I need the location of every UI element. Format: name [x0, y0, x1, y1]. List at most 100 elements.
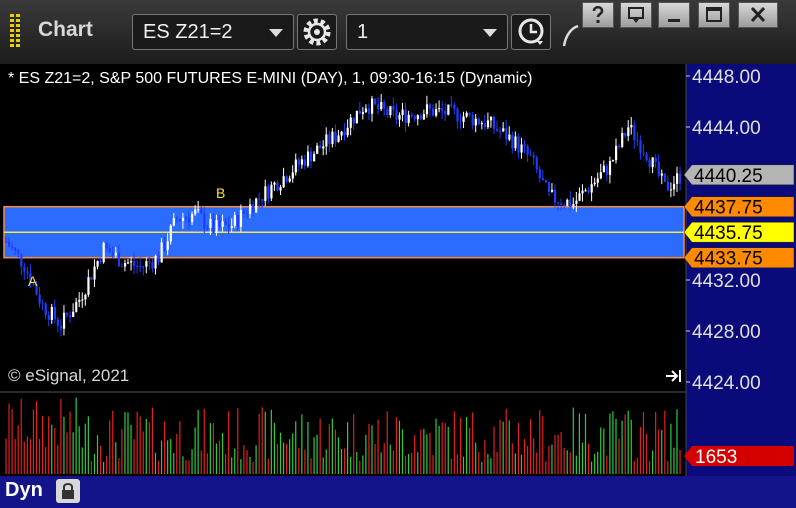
candle-body [242, 209, 246, 214]
candle-body [75, 301, 78, 312]
candle-body [93, 266, 96, 280]
candle-body [611, 160, 615, 162]
candle-body [489, 116, 493, 121]
candle-body [53, 306, 56, 320]
candle-body [483, 123, 487, 128]
candle-body [477, 118, 480, 125]
candle-body [572, 203, 575, 207]
help-button[interactable] [582, 2, 614, 28]
candle-body [453, 104, 456, 109]
candle-body [645, 153, 648, 161]
time-template-button[interactable] [511, 14, 551, 50]
candle-body [416, 115, 419, 120]
candle-body [615, 145, 618, 161]
candle-body [621, 132, 624, 147]
candle-body [428, 104, 432, 109]
candle-body [566, 199, 569, 206]
lock-button[interactable] [56, 479, 80, 503]
candle-body [676, 173, 679, 184]
candle-body [160, 242, 163, 263]
candle-body [38, 294, 41, 304]
candle-body [340, 131, 343, 136]
symbol-dropdown[interactable]: ES Z21=2 [132, 14, 294, 50]
candle-body [273, 182, 276, 185]
candle-body [313, 153, 316, 162]
candle-body [459, 121, 462, 123]
candle-body [529, 154, 532, 156]
candle-body [642, 152, 645, 154]
candle-body [303, 159, 307, 166]
candle-body [651, 157, 654, 168]
candle-body [84, 294, 87, 300]
candle-body [352, 117, 355, 124]
draw-tool-icon[interactable] [560, 22, 580, 50]
candle-body [374, 98, 377, 105]
candle-body [380, 102, 383, 110]
candle-body [575, 200, 578, 204]
candle-body [41, 303, 44, 305]
candle-body [297, 159, 300, 165]
volume-marker-label: 1653 [695, 447, 737, 468]
candle-body [398, 115, 401, 120]
close-icon [750, 6, 766, 23]
candle-body [319, 145, 322, 149]
copyright-text: © eSignal, 2021 [8, 366, 130, 385]
time-axis-bar [0, 476, 796, 508]
drag-grip-2[interactable] [16, 14, 20, 48]
window-menu-button[interactable] [620, 2, 652, 28]
candle-body [197, 209, 200, 211]
candle-body [602, 165, 605, 173]
candle-body [550, 189, 554, 192]
candle-body [8, 241, 11, 247]
minimize-button[interactable] [658, 2, 690, 28]
candle-body [325, 134, 328, 147]
candle-body [258, 198, 261, 200]
y-tick-label: 4428.00 [692, 322, 761, 343]
candle-body [224, 221, 227, 225]
candle-body [669, 189, 673, 191]
y-tick-label: 4444.00 [692, 118, 761, 139]
candle-body [618, 145, 621, 147]
drag-grip[interactable] [10, 14, 14, 48]
candle-body [191, 213, 194, 223]
candle-body [599, 172, 602, 179]
interval-dropdown[interactable]: 1 [346, 14, 508, 50]
candle-body [5, 241, 8, 243]
help-icon [592, 6, 604, 23]
lock-icon [62, 483, 74, 499]
candle-body [587, 190, 590, 193]
candle-body [181, 217, 185, 221]
settings-button[interactable] [297, 14, 337, 50]
candle-body [105, 242, 108, 249]
candle-body [486, 120, 490, 128]
volume-pane[interactable] [0, 392, 686, 476]
app-title: Chart [38, 18, 93, 41]
candle-body [508, 134, 511, 140]
chart-canvas[interactable]: A B 4448.00 4444.00 4432.00 4428.00 4424.00 444… [0, 64, 796, 508]
candle-body [413, 116, 416, 120]
candle-body [474, 118, 477, 126]
candle-body [447, 104, 450, 115]
close-button[interactable] [738, 2, 778, 28]
candle-body [154, 255, 157, 269]
candle-body [404, 109, 407, 124]
candle-body [654, 157, 657, 162]
candle-body [294, 159, 297, 173]
price-marker-label: 4433.75 [694, 249, 763, 270]
candle-body [377, 104, 380, 110]
candle-body [349, 117, 352, 128]
minimize-icon [668, 19, 680, 22]
candle-body [270, 184, 273, 199]
candle-body [200, 209, 203, 214]
candle-body [114, 252, 117, 256]
interval-value: 1 [357, 21, 369, 43]
candle-body [145, 261, 148, 267]
maximize-button[interactable] [698, 2, 730, 28]
candle-body [358, 110, 361, 115]
candle-body [218, 220, 221, 227]
price-marker-label: 4440.25 [694, 166, 763, 187]
candle-body [441, 108, 444, 111]
candle-body [584, 190, 587, 192]
candle-body [371, 98, 374, 114]
candle-body [346, 127, 349, 136]
